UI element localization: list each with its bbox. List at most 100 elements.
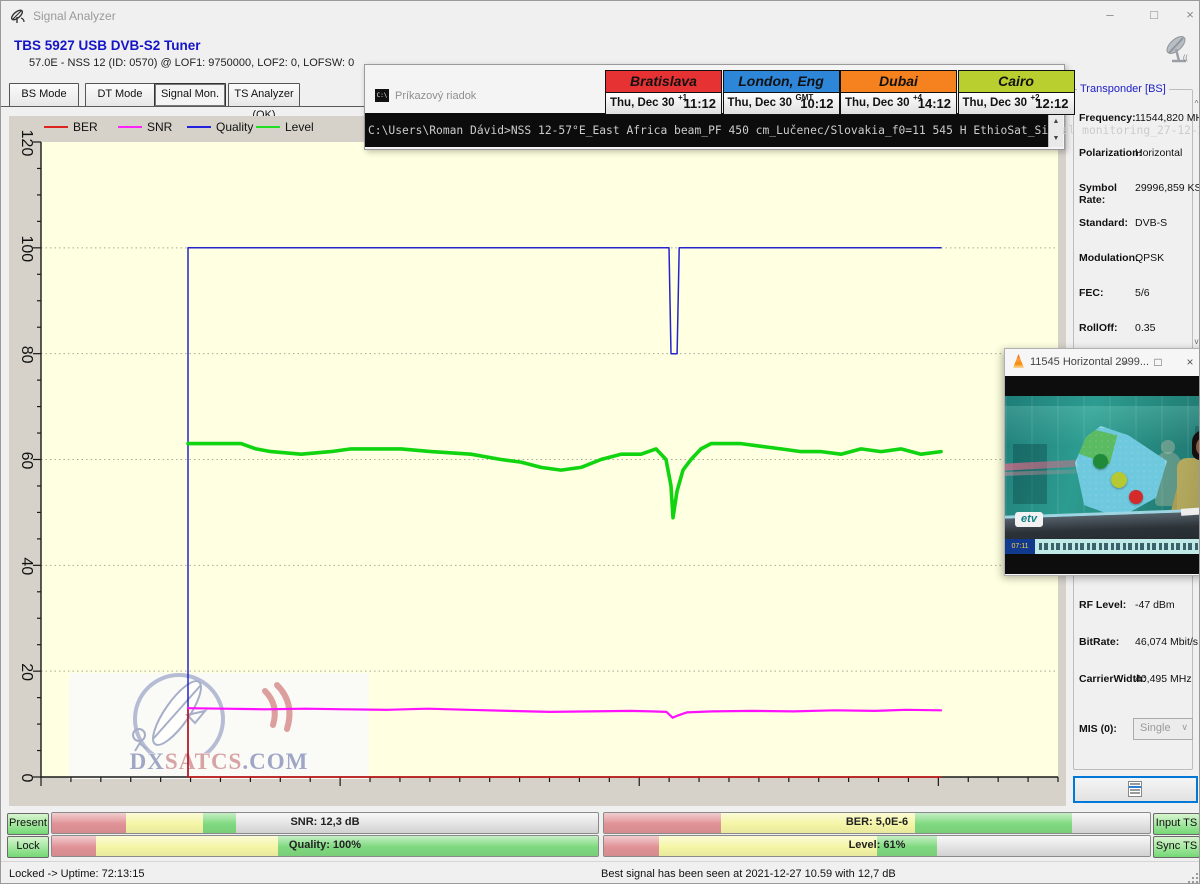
ts-analyzer-button[interactable]: TS Analyzer (OK) [228,83,300,107]
rf-level-label: RF Level: [1079,599,1137,611]
clock-london[interactable]: London, Eng Thu, Dec 30 GMT 10:12 [723,70,840,115]
console-scrollbar[interactable]: ▲ ▼ [1048,113,1063,147]
panel-scroll-down-icon[interactable]: v [1192,337,1200,346]
scroll-down-icon[interactable]: ▼ [1049,130,1063,147]
frequency-label: Frequency: [1079,112,1137,124]
signal-chart: 020406080100120 [9,116,1066,806]
snr-meter: SNR: 12,3 dB [51,812,599,834]
standard-value: DVB-S [1135,217,1167,229]
legend-quality: Quality [187,119,253,135]
dt-mode-button[interactable]: DT Mode [85,83,155,107]
list-icon [1128,781,1142,797]
map-circle-yellow [1111,472,1127,488]
vlc-video-window[interactable]: 11545 Horizontal 2999... – □ × [1004,348,1200,576]
clock-date: Thu, Dec 30 [610,97,675,109]
tuner-title: TBS 5927 USB DVB-S2 Tuner [14,38,201,53]
maximize-icon[interactable]: □ [1137,1,1171,29]
svg-text:40: 40 [18,557,35,575]
polarization-label: Polarization: [1079,147,1137,159]
resize-grip[interactable] [1188,873,1198,883]
cmd-icon: C:\ [375,89,389,102]
status-bar: Locked -> Uptime: 72:13:15 Best signal h… [1,861,1200,884]
svg-text:0: 0 [18,774,35,783]
legend-snr: SNR [118,119,172,135]
rf-level-value: -47 dBm [1135,599,1175,611]
scroll-up-icon[interactable]: ▲ [1049,113,1063,130]
map-circle-green [1093,454,1108,469]
ber-meter-label: BER: 5,0E-6 [604,813,1150,833]
fec-value: 5/6 [1135,287,1150,299]
svg-text:((: (( [1183,55,1188,62]
tv-studio-scene: etv 4 07:11 [1005,396,1200,554]
standard-label: Standard: [1079,217,1137,229]
clock-cairo[interactable]: Cairo Thu, Dec 30 +2 12:12 [958,70,1075,115]
title-bar[interactable]: Signal Analyzer – □ × [1,1,1200,31]
minimize-icon[interactable]: – [1110,349,1140,375]
ber-meter: BER: 5,0E-6 [603,812,1151,834]
video-screen[interactable]: etv 4 07:11 [1005,376,1200,574]
close-icon[interactable]: × [1175,349,1200,375]
clock-time: 12:12 [1035,96,1068,111]
clock-time: 11:12 [683,96,716,111]
etv-logo: etv [1015,512,1043,527]
best-signal-text: Best signal has been seen at 2021-12-27 … [601,868,896,880]
tuning-info: 57.0E - NSS 12 (ID: 0570) @ LOF1: 975000… [29,57,354,69]
quality-legend-line [187,126,211,128]
mis-value: Single [1140,722,1171,734]
map-circle-red [1129,490,1143,504]
bitrate-label: BitRate: [1079,636,1137,648]
level-legend-line [256,126,280,128]
services-list-button[interactable] [1073,776,1198,803]
rolloff-value: 0.35 [1135,322,1155,334]
sync-ts-button[interactable]: Sync TS [1153,836,1200,858]
modulation-label: Modulation: [1079,252,1137,264]
papers [1181,507,1200,516]
legend-level: Level [256,119,314,135]
lock-status-text: Locked -> Uptime: 72:13:15 [9,868,144,880]
level-meter: Level: 61% [603,835,1151,857]
app-icon [9,7,27,25]
svg-text:60: 60 [18,452,35,470]
frequency-value: 11544,820 MHz [1135,112,1200,124]
polarization-value: Horizontal [1135,147,1182,159]
console-window-title: Príkazový riadok [395,90,476,102]
svg-text:20: 20 [18,663,35,681]
carrier-width-value: 40,495 MHz [1135,673,1192,685]
input-ts-button[interactable]: Input TS [1153,813,1200,835]
legend-ber: BER [44,119,98,135]
clock-date: Thu, Dec 30 [728,97,793,109]
mis-label: MIS (0): [1079,723,1137,735]
present-indicator-button[interactable]: Present [7,813,49,835]
mis-dropdown[interactable]: Single ∨ [1133,718,1193,740]
window-title: Signal Analyzer [33,9,116,23]
clock-date: Thu, Dec 30 [963,97,1028,109]
signal-mon-button[interactable]: Signal Mon. [154,83,226,107]
close-icon[interactable]: × [1173,1,1200,29]
signal-analyzer-window: Signal Analyzer – □ × TBS 5927 USB DVB-S… [0,0,1200,884]
ticker-time: 07:11 [1005,539,1035,554]
modulation-value: QPSK [1135,252,1164,264]
news-ticker: 07:11 [1005,539,1200,554]
level-meter-label: Level: 61% [604,836,1150,856]
lock-indicator-button[interactable]: Lock [7,836,49,858]
clock-dubai[interactable]: Dubai Thu, Dec 30 +4 14:12 [840,70,957,115]
rolloff-label: RollOff: [1079,322,1137,334]
clock-bratislava[interactable]: Bratislava Thu, Dec 30 +1 11:12 [605,70,722,115]
snr-meter-label: SNR: 12,3 dB [52,813,598,833]
snr-legend-line [118,126,142,128]
quality-meter-label: Quality: 100% [52,836,598,856]
maximize-icon[interactable]: □ [1143,349,1173,375]
panel-scroll-up-icon[interactable]: ^ [1192,99,1200,108]
clock-date: Thu, Dec 30 [845,97,910,109]
chevron-down-icon: ∨ [1181,722,1188,733]
quality-meter: Quality: 100% [51,835,599,857]
vlc-cone-icon [1012,354,1025,368]
symbol-rate-value: 29996,859 KS/s [1135,182,1200,194]
symbol-rate-label: Symbol Rate: [1079,182,1137,206]
clock-time: 14:12 [918,96,951,111]
bs-mode-button[interactable]: BS Mode [9,83,79,107]
satellite-dish-icon: (( [1161,31,1195,65]
console-prompt-text: C:\Users\Roman Dávid>NSS 12-57°E_East Af… [368,124,1200,137]
console-output[interactable]: C:\Users\Roman Dávid>NSS 12-57°E_East Af… [365,113,1048,147]
minimize-icon[interactable]: – [1093,1,1127,29]
